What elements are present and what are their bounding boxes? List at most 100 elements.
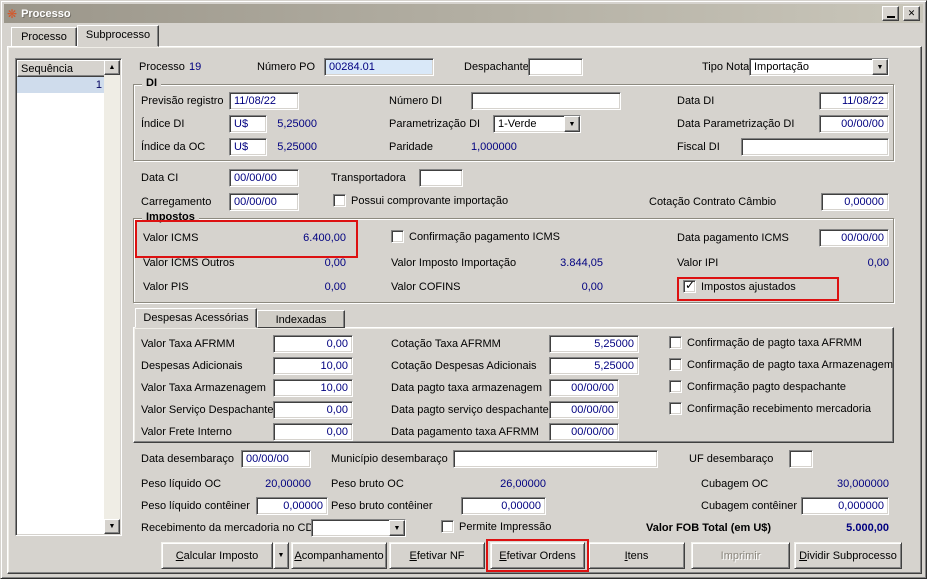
indice-oc-label: Índice da OC [141, 141, 206, 153]
transportadora-input[interactable] [419, 169, 463, 187]
despachante-label: Despachante [464, 61, 529, 73]
data-pagamento-icms-input[interactable]: 00/00/00 [819, 229, 889, 247]
valor-taxa-afrmm-input[interactable]: 0,00 [273, 335, 353, 353]
recebimento-cd-value [312, 520, 389, 536]
data-pagto-servico-despachante-input[interactable]: 00/00/00 [549, 401, 619, 419]
conf-pagto-despachante-label: Confirmação pagto despachante [687, 380, 846, 393]
processo-value: 19 [189, 61, 202, 73]
valor-frete-interno-input[interactable]: 0,00 [273, 423, 353, 441]
uf-desembaraco-input[interactable] [789, 450, 813, 468]
efetivar-ordens-button[interactable]: Efetivar Ordens [490, 542, 585, 569]
peso-bruto-conteiner-input[interactable]: 0,00000 [461, 497, 546, 515]
cubagem-conteiner-input[interactable]: 0,000000 [801, 497, 889, 515]
municipio-desembaraco-input[interactable] [453, 450, 658, 468]
tab-indexadas[interactable]: Indexadas [257, 310, 345, 328]
indice-oc-value: 5,25000 [277, 141, 317, 153]
valor-icms-label: Valor ICMS [143, 232, 199, 244]
indice-oc-currency-input[interactable]: U$ [229, 138, 267, 156]
tipo-nota-label: Tipo Nota [702, 61, 750, 73]
tab-despesas-acessorias[interactable]: Despesas Acessórias [135, 308, 257, 328]
conf-recebimento-mercadoria-checkbox[interactable]: Confirmação recebimento mercadoria [669, 402, 871, 415]
data-pagamento-icms-label: Data pagamento ICMS [677, 232, 789, 244]
imprimir-button[interactable]: Imprimir [691, 542, 790, 569]
permite-impressao-checkbox[interactable]: Permite Impressão [441, 520, 551, 533]
data-di-label: Data DI [677, 95, 715, 107]
cotacao-taxa-afrmm-input[interactable]: 5,25000 [549, 335, 639, 353]
acompanhamento-button[interactable]: Acompanhamento [291, 542, 387, 569]
dropdown-arrow-icon[interactable]: ▼ [564, 116, 580, 132]
conf-pagto-despachante-checkbox[interactable]: Confirmação pagto despachante [669, 380, 846, 393]
confirmacao-pagamento-icms-checkbox[interactable]: Confirmação pagamento ICMS [391, 230, 560, 243]
numero-di-input[interactable] [471, 92, 621, 110]
confirmacao-pagamento-icms-label: Confirmação pagamento ICMS [409, 230, 561, 243]
numero-po-input[interactable]: 00284.01 [324, 58, 434, 76]
valor-icms-value: 6.400,00 [303, 232, 346, 244]
despesas-adicionais-input[interactable]: 10,00 [273, 357, 353, 375]
valor-taxa-afrmm-label: Valor Taxa AFRMM [141, 338, 235, 350]
conf-pagto-taxa-armazenagem-checkbox[interactable]: Confirmação de pagto taxa Armazenagem [669, 358, 893, 371]
conf-pagto-taxa-armazenagem-label: Confirmação de pagto taxa Armazenagem [687, 358, 894, 371]
fiscal-di-label: Fiscal DI [677, 141, 720, 153]
cotacao-despesas-adicionais-input[interactable]: 5,25000 [549, 357, 639, 375]
valor-taxa-armazenagem-label: Valor Taxa Armazenagem [141, 382, 266, 394]
conf-pagto-taxa-afrmm-checkbox[interactable]: Confirmação de pagto taxa AFRMM [669, 336, 862, 349]
di-group-title: DI [142, 77, 161, 89]
cotacao-taxa-afrmm-label: Cotação Taxa AFRMM [391, 338, 501, 350]
valor-servico-despachante-input[interactable]: 0,00 [273, 401, 353, 419]
valor-fob-label: Valor FOB Total (em U$) [646, 522, 772, 534]
valor-frete-interno-label: Valor Frete Interno [141, 426, 232, 438]
cotacao-contrato-cambio-input[interactable]: 0,00000 [821, 193, 889, 211]
calcular-imposto-button[interactable]: Calcular Imposto [161, 542, 273, 569]
peso-liquido-oc-value: 20,00000 [265, 478, 311, 490]
transportadora-label: Transportadora [331, 172, 406, 184]
data-pagamento-taxa-afrmm-input[interactable]: 00/00/00 [549, 423, 619, 441]
checkbox-box [669, 336, 682, 349]
valor-servico-despachante-label: Valor Serviço Despachante [141, 404, 274, 416]
despachante-input[interactable] [528, 58, 583, 76]
dividir-subprocesso-button[interactable]: Dividir Subprocesso [794, 542, 902, 569]
data-desembaraco-input[interactable]: 00/00/00 [241, 450, 311, 468]
recebimento-cd-label: Recebimento da mercadoria no CD [141, 522, 314, 534]
cubagem-oc-value: 30,000000 [837, 478, 889, 490]
data-ci-input[interactable]: 00/00/00 [229, 169, 299, 187]
conf-pagto-taxa-afrmm-label: Confirmação de pagto taxa AFRMM [687, 336, 862, 349]
cotacao-contrato-cambio-label: Cotação Contrato Câmbio [649, 196, 777, 208]
fiscal-di-input[interactable] [741, 138, 889, 156]
indice-di-label: Índice DI [141, 118, 185, 130]
peso-liquido-oc-label: Peso líquido OC [141, 478, 222, 490]
peso-liquido-conteiner-input[interactable]: 0,00000 [256, 497, 328, 515]
dropdown-arrow-icon[interactable]: ▼ [389, 520, 405, 536]
valor-imposto-importacao-label: Valor Imposto Importação [391, 257, 517, 269]
indice-di-currency-input[interactable]: U$ [229, 115, 267, 133]
numero-po-label: Número PO [257, 61, 316, 73]
recebimento-cd-select[interactable]: ▼ [311, 519, 406, 537]
efetivar-nf-button[interactable]: Efetivar NF [389, 542, 485, 569]
previsao-registro-input[interactable]: 11/08/22 [229, 92, 299, 110]
valor-taxa-armazenagem-input[interactable]: 10,00 [273, 379, 353, 397]
data-parametrizacao-di-input[interactable]: 00/00/00 [819, 115, 889, 133]
cubagem-conteiner-label: Cubagem contêiner [701, 500, 798, 512]
uf-desembaraco-label: UF desembaraço [689, 453, 774, 465]
peso-bruto-conteiner-label: Peso bruto contêiner [331, 500, 433, 512]
possui-comprovante-checkbox[interactable]: Possui comprovante importação [333, 194, 508, 207]
data-parametrizacao-di-label: Data Parametrização DI [677, 118, 795, 130]
itens-button[interactable]: Itens [588, 542, 685, 569]
carregamento-input[interactable]: 00/00/00 [229, 193, 299, 211]
parametrizacao-di-value: 1-Verde [498, 118, 537, 130]
data-pagto-servico-despachante-label: Data pagto serviço despachante [391, 404, 549, 416]
parametrizacao-di-select[interactable]: 1-Verde ▼ [493, 115, 581, 133]
processo-label: Processo [139, 61, 185, 73]
valor-cofins-value: 0,00 [581, 281, 603, 293]
impostos-ajustados-checkbox[interactable]: Impostos ajustados [683, 278, 796, 293]
calcular-imposto-dropdown-button[interactable]: ▼ [273, 542, 289, 569]
dropdown-arrow-icon[interactable]: ▼ [872, 59, 888, 75]
data-desembaraco-label: Data desembaraço [141, 453, 234, 465]
data-pagto-taxa-armazenagem-input[interactable]: 00/00/00 [549, 379, 619, 397]
process-window: ❋ Processo ✕ Processo Subprocesso Sequên… [0, 0, 927, 579]
checkbox-box [669, 358, 682, 371]
valor-ipi-value: 0,00 [867, 257, 889, 269]
tipo-nota-select[interactable]: Importação ▼ [749, 58, 889, 76]
indice-di-value: 5,25000 [277, 118, 317, 130]
paridade-label: Paridade [389, 141, 434, 153]
data-di-input[interactable]: 11/08/22 [819, 92, 889, 110]
